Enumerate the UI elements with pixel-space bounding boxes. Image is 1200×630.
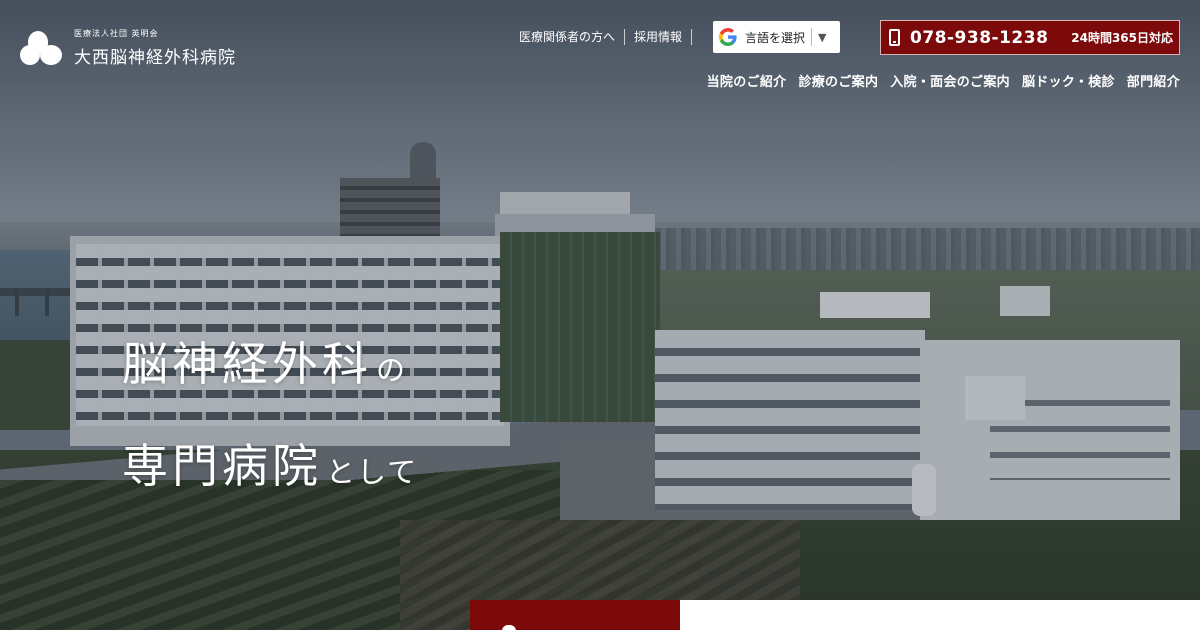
nav-brain-dock[interactable]: 脳ドック・検診: [1022, 71, 1115, 90]
nav-departments[interactable]: 部門紹介: [1127, 71, 1180, 90]
link-recruitment[interactable]: 採用情報: [625, 28, 691, 45]
logo-text: 医療法人社団 英明会 大西脳神経外科病院: [74, 28, 236, 68]
catch-line-1-suffix: の: [376, 353, 408, 387]
catch-line-2-suffix: として: [326, 455, 419, 489]
logo-title: 大西脳神経外科病院: [74, 48, 236, 68]
hero-image: [0, 0, 1200, 630]
nav-admission-visit[interactable]: 入院・面会のご案内: [890, 71, 1010, 90]
language-select-label: 言語を選択: [745, 30, 806, 45]
divider: [811, 28, 813, 46]
bottom-panel: [680, 600, 1200, 630]
divider: [691, 28, 693, 45]
catch-line-1: 脳神経外科 の: [122, 328, 418, 394]
language-select[interactable]: 言語を選択 ▼: [713, 21, 840, 53]
main-nav: 当院のご紹介 診療のご案内 入院・面会のご案内 脳ドック・検診 部門紹介: [707, 71, 1180, 90]
logo-mark-icon: [20, 31, 62, 65]
chevron-down-icon: ▼: [818, 30, 827, 44]
hero-overlay: [0, 0, 1200, 630]
catch-line-2-main: 専門病院: [122, 439, 322, 493]
phone-hours: 24時間365日対応: [1071, 31, 1173, 45]
site-logo[interactable]: 医療法人社団 英明会 大西脳神経外科病院: [20, 28, 236, 68]
bottom-tab[interactable]: [470, 600, 680, 630]
logo-subtitle: 医療法人社団 英明会: [74, 29, 159, 38]
phone-contact-button[interactable]: 078-938-1238 24時間365日対応: [880, 20, 1180, 55]
google-g-icon: [719, 28, 737, 46]
catch-line-2: 専門病院 として: [122, 430, 418, 496]
nav-about[interactable]: 当院のご紹介: [707, 71, 787, 90]
nav-medical-guide[interactable]: 診療のご案内: [798, 71, 878, 90]
hero-catchphrase: 脳神経外科 の 専門病院 として: [122, 328, 418, 496]
smartphone-icon: [889, 29, 900, 46]
tab-icon: [502, 625, 516, 630]
phone-number: 078-938-1238: [910, 27, 1049, 48]
top-links: 医療関係者の方へ 採用情報: [510, 28, 693, 45]
catch-line-1-main: 脳神経外科: [122, 337, 372, 391]
link-medical-professionals[interactable]: 医療関係者の方へ: [510, 28, 624, 45]
